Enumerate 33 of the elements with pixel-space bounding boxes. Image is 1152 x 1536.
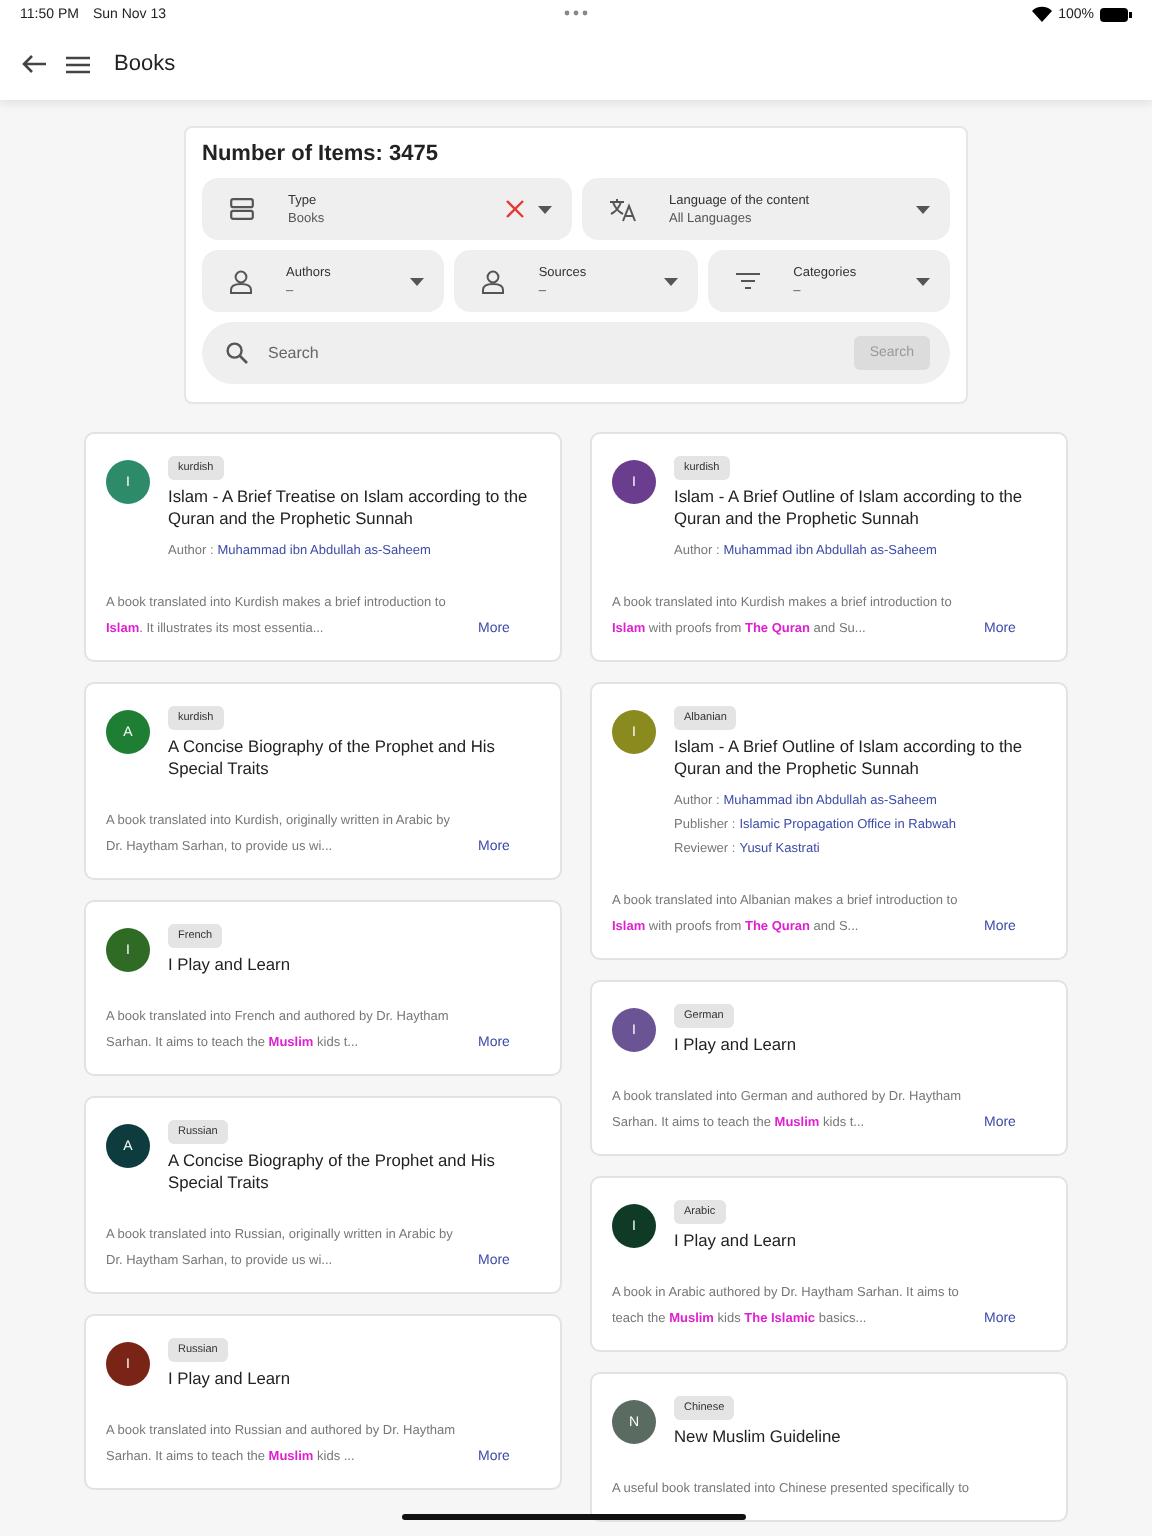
book-title: New Muslim Guideline <box>674 1426 841 1448</box>
book-title: I Play and Learn <box>674 1034 796 1056</box>
caret-icon <box>916 205 930 213</box>
book-title: I Play and Learn <box>168 954 290 976</box>
menu-icon[interactable] <box>66 55 90 73</box>
caret-icon <box>410 277 425 285</box>
more-dots-icon <box>564 10 588 16</box>
search-field[interactable]: Search <box>264 342 838 364</box>
back-arrow-icon[interactable] <box>22 54 46 74</box>
wifi-icon <box>1032 6 1053 22</box>
caret-icon <box>915 277 930 285</box>
item-count: Number of Items: 3475 <box>202 142 440 166</box>
search-icon <box>226 342 248 364</box>
book-title: Islam - A Brief Outline of Islam according to the Quran and the Prophetic Sunnah <box>674 736 1025 780</box>
book-card[interactable] <box>590 682 1068 960</box>
book-title: A Concise Biography of the Prophet and His Special Traits <box>168 736 497 780</box>
book-title: I Play and Learn <box>674 1230 796 1252</box>
stacked-rows-icon <box>230 198 254 220</box>
caret-icon <box>537 205 551 213</box>
person-icon <box>230 269 252 293</box>
book-card[interactable] <box>590 432 1068 662</box>
clear-icon[interactable] <box>505 200 523 218</box>
book-title: A Concise Biography of the Prophet and His Special Traits <box>168 1150 497 1194</box>
book-card[interactable] <box>84 432 562 662</box>
battery-icon <box>1100 7 1132 21</box>
page-title: Books <box>114 52 176 76</box>
person-icon <box>482 269 505 293</box>
book-title: Islam - A Brief Outline of Islam according to the Quran and the Prophetic Sunnah <box>674 486 1025 530</box>
translate-icon <box>609 197 635 221</box>
caret-icon <box>663 277 678 285</box>
book-title: Islam - A Brief Treatise on Islam according to the Quran and the Prophetic Sunnah <box>168 486 530 530</box>
book-title: I Play and Learn <box>168 1368 290 1390</box>
filter-icon <box>735 272 760 290</box>
